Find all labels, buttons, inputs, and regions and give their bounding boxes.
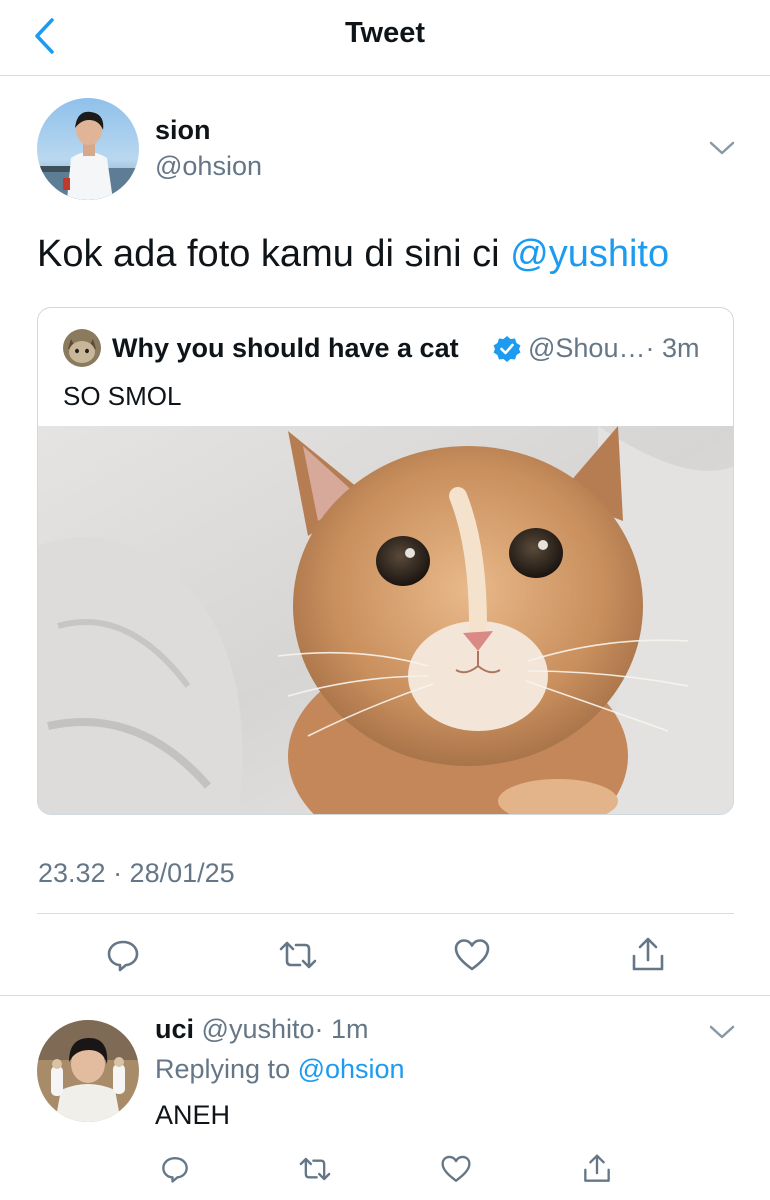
comment-icon <box>162 1157 188 1183</box>
verified-badge-icon <box>493 336 521 362</box>
tweet-mention-link[interactable]: @yushito <box>510 233 669 275</box>
reply-reply-button[interactable] <box>153 1147 197 1191</box>
chevron-down-icon[interactable] <box>707 138 737 158</box>
reply-text: ANEH <box>155 1100 231 1130</box>
reply-retweet-button[interactable] <box>293 1147 337 1191</box>
replying-to-label: Replying to <box>155 1054 298 1084</box>
divider <box>37 913 734 914</box>
cat-avatar-photo <box>63 329 101 367</box>
tweet-body: Kok ada foto kamu di sini ci <box>37 233 511 275</box>
reply-author-avatar[interactable] <box>37 1020 139 1122</box>
reply-author-handle[interactable]: @yushito <box>202 1014 315 1044</box>
quoted-author-handle: @Shou… <box>528 333 646 363</box>
reply-share-button[interactable] <box>575 1147 619 1191</box>
retweet-icon <box>299 1157 331 1181</box>
kitten-photo[interactable] <box>38 426 733 814</box>
divider <box>0 995 770 996</box>
author-avatar[interactable] <box>37 98 139 200</box>
like-button[interactable] <box>450 933 494 977</box>
replying-to-mention[interactable]: @ohsion <box>298 1054 405 1084</box>
comment-icon <box>107 940 139 972</box>
quoted-tweet-time: · 3m <box>645 333 700 363</box>
tweet-timestamp: 23.32 · 28/01/25 <box>38 858 235 888</box>
reply-header: uci @yushito· 1m <box>155 1014 369 1045</box>
chevron-down-icon[interactable] <box>707 1022 737 1042</box>
share-icon <box>584 1154 610 1182</box>
quoted-author-name: Why you should have a cat <box>112 333 459 363</box>
avatar-photo <box>37 1020 139 1122</box>
share-icon <box>632 937 664 971</box>
like-icon <box>454 939 490 971</box>
quoted-author-meta: @Shou…· 3m <box>528 333 699 364</box>
page-title: Tweet <box>344 17 426 49</box>
kitten-illustration <box>38 426 733 814</box>
quoted-tweet-text: SO SMOL <box>63 381 182 411</box>
retweet-icon <box>279 941 317 969</box>
share-button[interactable] <box>626 933 670 977</box>
replying-to: Replying to @ohsion <box>155 1054 405 1085</box>
like-icon <box>441 1155 471 1182</box>
reply-button[interactable] <box>101 933 145 977</box>
reply-author-name[interactable]: uci <box>155 1014 194 1044</box>
top-bar: Tweet <box>0 0 770 76</box>
retweet-button[interactable] <box>276 933 320 977</box>
avatar-photo <box>37 98 139 200</box>
quoted-author-avatar <box>63 329 101 367</box>
reply-like-button[interactable] <box>434 1147 478 1191</box>
author-name[interactable]: sion <box>155 115 211 146</box>
reply-time: · 1m <box>314 1014 369 1044</box>
author-handle[interactable]: @ohsion <box>155 151 262 182</box>
tweet-text: Kok ada foto kamu di sini ci @yushito <box>37 233 669 276</box>
quoted-tweet-card[interactable]: Why you should have a cat @Shou…· 3m SO … <box>37 307 734 815</box>
